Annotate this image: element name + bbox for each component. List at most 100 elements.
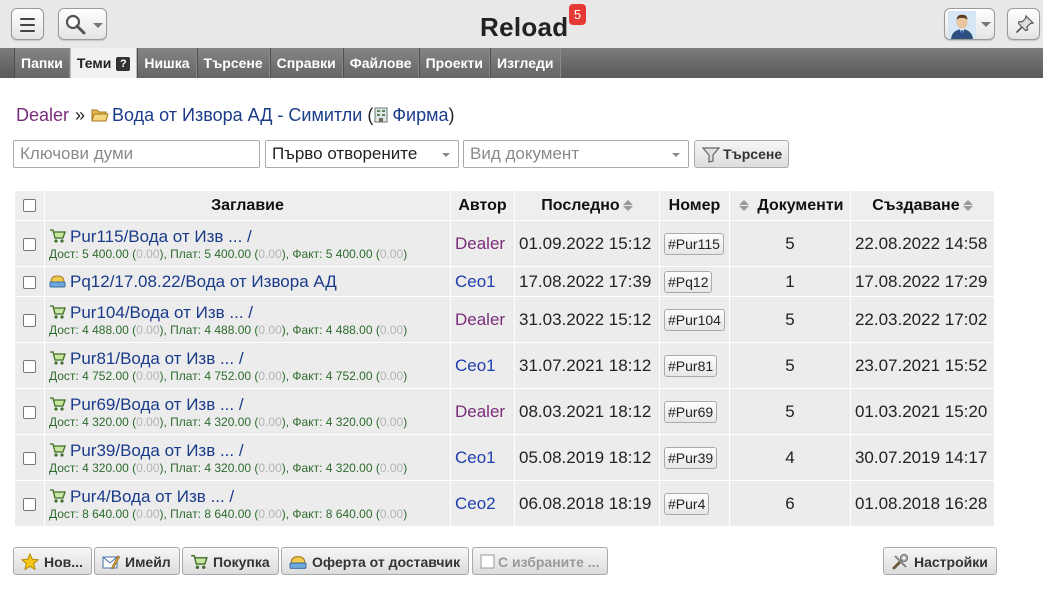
invoiced-remaining: 0.00 xyxy=(379,414,404,429)
amounts-line: Дост: 5 400.00 (0.00), Плат: 5 400.00 (0… xyxy=(49,247,446,261)
topic-title-link[interactable]: Pur81/Вода от Изв ... / xyxy=(70,349,244,368)
author-link[interactable]: Ceo2 xyxy=(450,480,515,527)
document-type-select[interactable]: Вид документ xyxy=(463,140,689,168)
help-icon[interactable]: ? xyxy=(116,57,131,71)
breadcrumb-folder-link[interactable]: Вода от Извора АД - Симитли xyxy=(112,105,362,125)
email-button-label: Имейл xyxy=(125,554,171,570)
topic-number-tag[interactable]: #Pq12 xyxy=(664,270,713,293)
table-row[interactable]: Pur39/Вода от Изв ... / Дост: 4 320.00 (… xyxy=(14,434,995,481)
table-row[interactable]: Pur4/Вода от Изв ... / Дост: 8 640.00 (0… xyxy=(14,480,995,527)
settings-button[interactable]: Настройки xyxy=(883,547,997,575)
topic-number-tag[interactable]: #Pur104 xyxy=(664,308,725,331)
sort-icon xyxy=(962,199,973,211)
topic-number-tag[interactable]: #Pur115 xyxy=(664,232,724,255)
delivered-amount: Дост: 4 320.00 ( xyxy=(49,460,137,475)
select-all-checkbox[interactable] xyxy=(23,198,36,212)
topic-title-link[interactable]: Pur4/Вода от Изв ... / xyxy=(70,487,234,506)
last-updated: 05.08.2019 18:12 xyxy=(514,434,660,481)
document-count: 5 xyxy=(728,342,851,389)
invoiced-remaining: 0.00 xyxy=(379,368,404,383)
sort-icon xyxy=(739,199,750,211)
tab-thread[interactable]: Нишка xyxy=(137,48,197,78)
supplier-offer-button[interactable]: Оферта от доставчик xyxy=(281,547,470,575)
shopping-cart-icon xyxy=(50,228,66,243)
tab-files[interactable]: Файлове xyxy=(342,48,419,78)
tab-views[interactable]: Изгледи xyxy=(490,48,561,78)
tab-label: Изгледи xyxy=(497,55,554,71)
tools-icon xyxy=(892,554,908,570)
topic-number-tag[interactable]: #Pur39 xyxy=(664,446,718,469)
column-created[interactable]: Създаване xyxy=(849,190,995,221)
created-date: 22.08.2022 14:58 xyxy=(849,220,995,267)
email-button[interactable]: Имейл xyxy=(94,547,180,575)
tab-search[interactable]: Търсене xyxy=(196,48,270,78)
user-menu-button[interactable] xyxy=(944,8,995,40)
tab-reports[interactable]: Справки xyxy=(269,48,343,78)
column-author[interactable]: Автор xyxy=(450,190,515,221)
star-icon xyxy=(21,553,39,571)
row-checkbox[interactable] xyxy=(23,497,36,511)
row-checkbox[interactable] xyxy=(23,451,36,465)
with-selected-button-label: С избраните ... xyxy=(498,554,600,570)
shopping-cart-icon xyxy=(50,350,66,365)
paid-amount: ), Плат: 4 488.00 ( xyxy=(159,322,259,337)
row-checkbox[interactable] xyxy=(23,359,36,373)
topic-number-tag[interactable]: #Pur81 xyxy=(664,354,718,377)
breadcrumb-firm-link[interactable]: Фирма xyxy=(392,105,448,125)
keywords-input[interactable] xyxy=(13,140,260,168)
table-row[interactable]: Pq12/17.08.22/Вода от Извора АД Ceo1 17.… xyxy=(14,266,995,297)
topic-number-tag[interactable]: #Pur4 xyxy=(664,492,710,515)
row-checkbox[interactable] xyxy=(23,405,36,419)
row-checkbox[interactable] xyxy=(23,237,36,251)
delivered-amount: Дост: 4 752.00 ( xyxy=(49,368,137,383)
paren-close: ) xyxy=(403,414,408,429)
author-link[interactable]: Ceo1 xyxy=(450,342,515,389)
pin-button[interactable] xyxy=(1007,8,1040,40)
topic-title-link[interactable]: Pur115/Вода от Изв ... / xyxy=(70,227,252,246)
invoiced-amount: ), Факт: 4 488.00 ( xyxy=(281,322,380,337)
last-updated: 01.09.2022 15:12 xyxy=(514,220,660,267)
author-link[interactable]: Ceo1 xyxy=(450,266,515,297)
search-button[interactable]: Търсене xyxy=(694,140,789,168)
author-link[interactable]: Dealer xyxy=(450,296,515,343)
column-last[interactable]: Последно xyxy=(514,190,660,221)
tab-topics[interactable]: Теми? xyxy=(69,48,138,78)
author-link[interactable]: Dealer xyxy=(450,388,515,435)
tab-label: Файлове xyxy=(349,55,412,71)
tab-folders[interactable]: Папки xyxy=(14,48,70,78)
search-button-label: Търсене xyxy=(723,146,783,162)
with-selected-button[interactable]: С избраните ... xyxy=(472,547,609,575)
purchase-button[interactable]: Покупка xyxy=(182,547,279,575)
sort-order-select[interactable]: Първо отворените xyxy=(265,140,459,168)
new-button[interactable]: Нов... xyxy=(13,547,92,575)
topic-title-link[interactable]: Pur39/Вода от Изв ... / xyxy=(70,441,244,460)
column-number[interactable]: Номер xyxy=(659,190,730,221)
topic-title-link[interactable]: Pur104/Вода от Изв ... / xyxy=(70,303,253,322)
supplier-offer-button-label: Оферта от доставчик xyxy=(312,554,461,570)
breadcrumb: Dealer» Вода от Извора АД - Симитли (Фирм… xyxy=(16,105,454,126)
topic-title-link[interactable]: Pq12/17.08.22/Вода от Извора АД xyxy=(70,272,337,291)
column-docs[interactable]: Документи xyxy=(728,190,851,221)
row-checkbox[interactable] xyxy=(23,275,36,289)
new-button-label: Нов... xyxy=(44,554,83,570)
tab-projects[interactable]: Проекти xyxy=(418,48,491,78)
tab-label: Нишка xyxy=(144,55,190,71)
table-row[interactable]: Pur69/Вода от Изв ... / Дост: 4 320.00 (… xyxy=(14,388,995,435)
column-docs-label: Документи xyxy=(757,196,844,214)
author-link[interactable]: Dealer xyxy=(450,220,515,267)
invoiced-amount: ), Факт: 4 320.00 ( xyxy=(281,460,380,475)
notification-badge[interactable]: 5 xyxy=(569,4,586,25)
topic-number-tag[interactable]: #Pur69 xyxy=(664,400,718,423)
row-checkbox[interactable] xyxy=(23,313,36,327)
topic-title-link[interactable]: Pur69/Вода от Изв ... / xyxy=(70,395,244,414)
main-menu-button[interactable] xyxy=(11,8,44,40)
breadcrumb-user-link[interactable]: Dealer xyxy=(16,105,69,125)
quick-search-button[interactable] xyxy=(58,8,107,40)
table-row[interactable]: Pur81/Вода от Изв ... / Дост: 4 752.00 (… xyxy=(14,342,995,389)
sort-icon xyxy=(622,199,633,211)
column-title[interactable]: Заглавие xyxy=(44,190,451,221)
paid-amount: ), Плат: 4 320.00 ( xyxy=(159,460,259,475)
table-row[interactable]: Pur104/Вода от Изв ... / Дост: 4 488.00 … xyxy=(14,296,995,343)
table-row[interactable]: Pur115/Вода от Изв ... / Дост: 5 400.00 … xyxy=(14,220,995,267)
author-link[interactable]: Ceo1 xyxy=(450,434,515,481)
